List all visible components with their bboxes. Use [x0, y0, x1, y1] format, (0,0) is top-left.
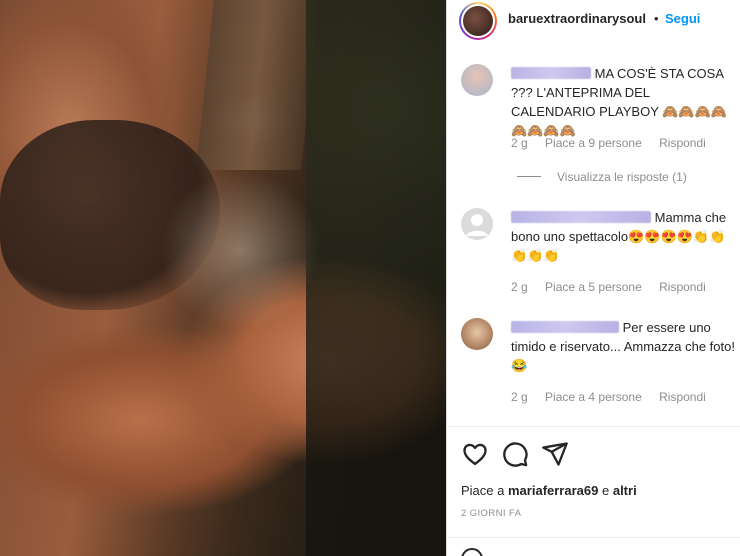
section-divider [447, 537, 740, 538]
comment-icon[interactable] [501, 440, 529, 468]
comment-meta: 2 g Piace a 4 persone Rispondi [511, 390, 720, 404]
likes-others-link[interactable]: altri [613, 483, 637, 498]
author-avatar-image [463, 6, 493, 36]
commenter-avatar[interactable] [461, 318, 493, 350]
comment-time: 2 g [511, 280, 528, 294]
replies-line [517, 176, 541, 177]
comment-text: Mamma che bono uno spettacolo😍😍😍😍👏👏👏👏👏 [511, 210, 727, 263]
comment-likes[interactable]: Piace a 9 persone [545, 136, 642, 150]
author-username[interactable]: baruextraordinarysoul [508, 11, 646, 26]
view-replies-button[interactable]: Visualizza le risposte (1) [517, 170, 687, 184]
comment-text: MA COS'È STA COSA ??? L'ANTEPRIMA DEL CA… [511, 66, 727, 138]
comments-panel: baruextraordinarysoul • Segui MA COS'È S… [447, 0, 740, 556]
commenter-avatar[interactable] [461, 208, 493, 240]
reply-button[interactable]: Rispondi [659, 280, 706, 294]
post-timestamp: 2 GIORNI FA [461, 508, 522, 519]
liker-username[interactable]: mariaferrara69 [508, 483, 598, 498]
comment-meta: 2 g Piace a 5 persone Rispondi [511, 280, 720, 294]
send-icon[interactable] [541, 440, 569, 468]
photo-grass-background [306, 0, 446, 556]
heart-icon[interactable] [461, 440, 489, 468]
comment-meta: 2 g Piace a 9 persone Rispondi [511, 136, 720, 150]
reply-button[interactable]: Rispondi [659, 136, 706, 150]
post-photo [0, 0, 446, 556]
comment-likes[interactable]: Piace a 5 persone [545, 280, 642, 294]
photo-wood-beam [196, 0, 319, 170]
commenter-username[interactable] [511, 321, 619, 333]
reply-button[interactable]: Rispondi [659, 390, 706, 404]
commenter-avatar[interactable] [461, 64, 493, 96]
comment-time: 2 g [511, 390, 528, 404]
photo-water-shine [160, 170, 320, 330]
comment-likes[interactable]: Piace a 4 persone [545, 390, 642, 404]
commenter-username[interactable] [511, 211, 651, 223]
comment-time: 2 g [511, 136, 528, 150]
likes-summary[interactable]: Piace a mariaferrara69 e altri [461, 483, 637, 498]
section-divider [447, 426, 740, 427]
default-avatar-icon [466, 214, 488, 236]
author-avatar[interactable] [459, 2, 497, 40]
emoji-icon[interactable] [461, 548, 483, 556]
post-header: baruextraordinarysoul • Segui [447, 0, 740, 40]
header-separator: • [654, 11, 659, 26]
commenter-username[interactable] [511, 67, 591, 79]
follow-button[interactable]: Segui [665, 11, 700, 26]
comment-text: Per essere uno timido e riservato... Amm… [511, 320, 735, 373]
